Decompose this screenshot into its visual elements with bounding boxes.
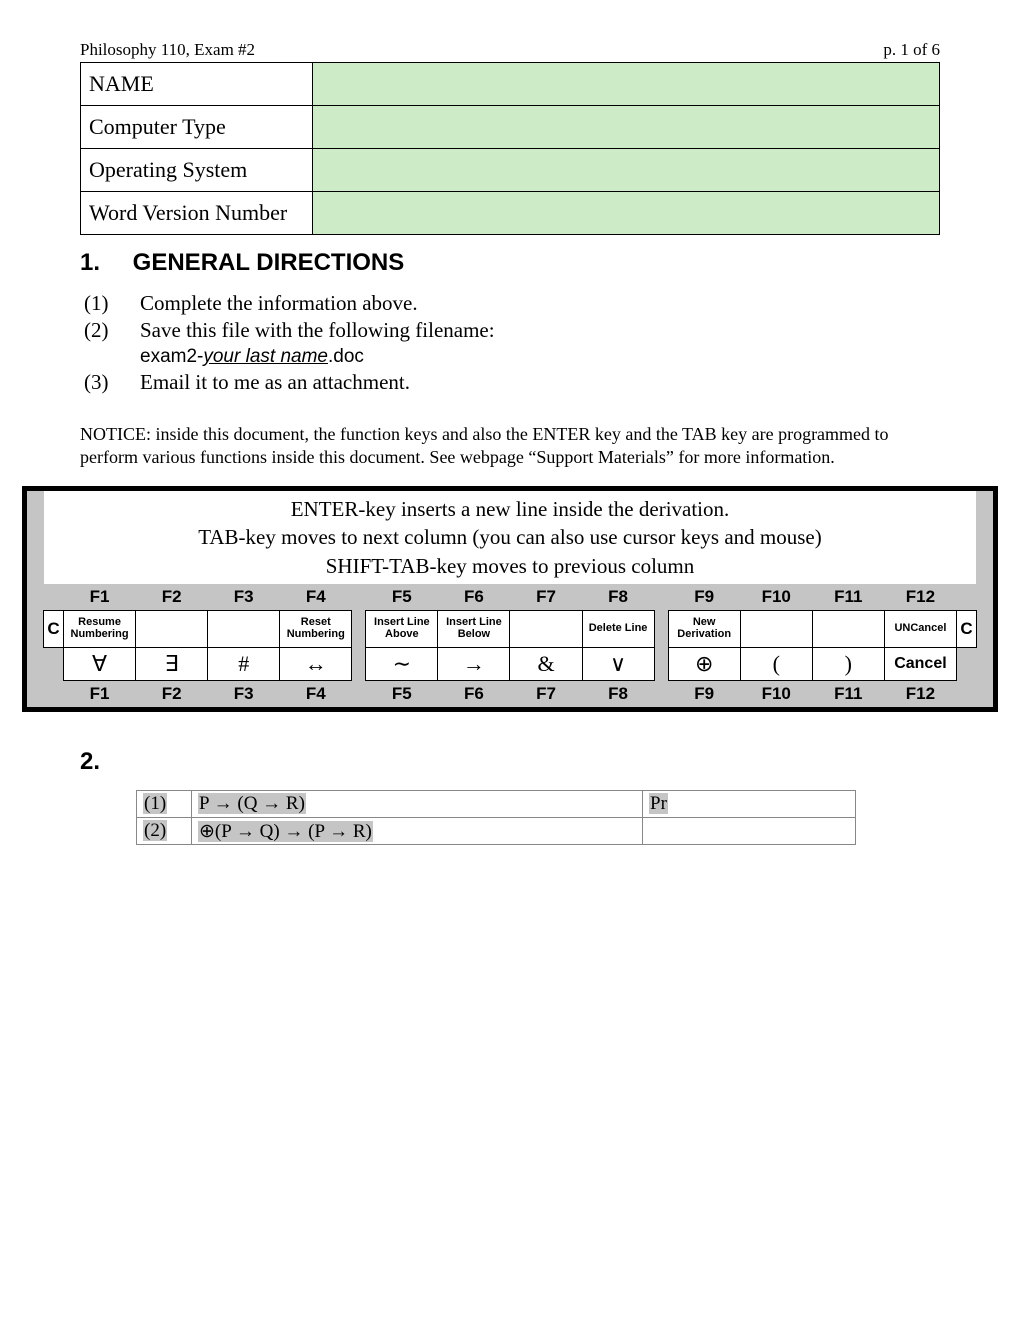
symbol-key: ) — [812, 648, 884, 681]
action-key — [136, 611, 208, 648]
info-label: NAME — [81, 63, 313, 106]
item-text: Email it to me as an attachment. — [140, 370, 940, 395]
header-right: p. 1 of 6 — [883, 40, 940, 60]
fn-label: F5 — [366, 681, 438, 708]
fn-label: F7 — [510, 681, 582, 708]
kb-banner: ENTER-key inserts a new line inside the … — [43, 491, 977, 584]
fn-label: F2 — [136, 584, 208, 611]
info-table: NAME Computer Type Operating System Word… — [80, 62, 940, 235]
symbol-key: ⊕ — [668, 648, 740, 681]
item-text: Save this file with the following filena… — [140, 318, 940, 368]
fn-label: F3 — [208, 584, 280, 611]
fn-label: F1 — [64, 584, 136, 611]
justification-cell[interactable] — [643, 818, 856, 845]
info-row-word-version: Word Version Number — [81, 192, 940, 235]
name-field[interactable] — [312, 63, 939, 106]
symbol-key: # — [208, 648, 280, 681]
cancel-key: Cancel — [884, 648, 956, 681]
section-number: 1. — [80, 249, 126, 277]
action-key — [208, 611, 280, 648]
derivation-row: (1) P → (Q → R) Pr — [137, 791, 856, 818]
action-key: Reset Numbering — [280, 611, 352, 648]
fn-label: F6 — [438, 681, 510, 708]
fn-label: F11 — [812, 681, 884, 708]
derivation-table[interactable]: (1) P → (Q → R) Pr (2) ⊕(P → Q) → (P → R… — [136, 790, 856, 845]
fn-label: F12 — [884, 584, 956, 611]
keyboard-reference: ENTER-key inserts a new line inside the … — [22, 486, 998, 712]
symbol-key: ( — [740, 648, 812, 681]
action-key: Resume Numbering — [64, 611, 136, 648]
action-key: New Derivation — [668, 611, 740, 648]
action-key — [740, 611, 812, 648]
info-label: Computer Type — [81, 106, 313, 149]
derivation-row: (2) ⊕(P → Q) → (P → R) — [137, 818, 856, 845]
direction-item: (3) Email it to me as an attachment. — [84, 370, 940, 395]
justification-cell[interactable]: Pr — [643, 791, 856, 818]
fn-label: F8 — [582, 584, 654, 611]
formula-cell[interactable]: ⊕(P → Q) → (P → R) — [192, 818, 643, 845]
section-1-heading: 1. GENERAL DIRECTIONS — [80, 249, 940, 277]
fn-label: F7 — [510, 584, 582, 611]
kb-grid: F1 F2 F3 F4 F5 F6 F7 F8 F9 F10 F11 F12 — [43, 584, 977, 707]
fn-label: F4 — [280, 584, 352, 611]
formula-cell[interactable]: P → (Q → R) — [192, 791, 643, 818]
symbol-key: ∀ — [64, 648, 136, 681]
action-key: Delete Line — [582, 611, 654, 648]
item-number: (3) — [84, 370, 140, 395]
fn-label: F9 — [668, 681, 740, 708]
fn-label: F3 — [208, 681, 280, 708]
symbol-key: & — [510, 648, 582, 681]
action-key — [812, 611, 884, 648]
fn-label: F4 — [280, 681, 352, 708]
section-2-heading: 2. — [80, 748, 940, 776]
info-label: Word Version Number — [81, 192, 313, 235]
notice-text: NOTICE: inside this document, the functi… — [80, 423, 940, 468]
fn-label: F9 — [668, 584, 740, 611]
section-title: GENERAL DIRECTIONS — [133, 249, 405, 276]
fn-label: F1 — [64, 681, 136, 708]
fn-label: F6 — [438, 584, 510, 611]
kb-side-left — [27, 491, 43, 707]
page-header: Philosophy 110, Exam #2 p. 1 of 6 — [80, 40, 940, 60]
os-field[interactable] — [312, 149, 939, 192]
filename-pattern: exam2-your last name.doc — [140, 346, 364, 367]
symbol-key: → — [438, 648, 510, 681]
fn-label: F8 — [582, 681, 654, 708]
symbol-key: ↔ — [280, 648, 352, 681]
line-number: (1) — [137, 791, 192, 818]
symbol-key: ∼ — [366, 648, 438, 681]
symbol-key: ∨ — [582, 648, 654, 681]
fn-label: F2 — [136, 681, 208, 708]
symbol-key: ∃ — [136, 648, 208, 681]
item-number: (1) — [84, 291, 140, 316]
line-number: (2) — [137, 818, 192, 845]
fn-label: F5 — [366, 584, 438, 611]
action-key: UNCancel — [884, 611, 956, 648]
ctrl-key: C — [957, 611, 977, 648]
direction-item: (1) Complete the information above. — [84, 291, 940, 316]
page: Philosophy 110, Exam #2 p. 1 of 6 NAME C… — [0, 0, 1020, 885]
word-version-field[interactable] — [312, 192, 939, 235]
kb-side-right — [977, 491, 993, 707]
info-row-name: NAME — [81, 63, 940, 106]
info-label: Operating System — [81, 149, 313, 192]
info-row-computer-type: Computer Type — [81, 106, 940, 149]
direction-item: (2) Save this file with the following fi… — [84, 318, 940, 368]
ctrl-key: C — [44, 611, 64, 648]
fn-label: F12 — [884, 681, 956, 708]
header-left: Philosophy 110, Exam #2 — [80, 40, 255, 60]
computer-type-field[interactable] — [312, 106, 939, 149]
action-key — [510, 611, 582, 648]
info-row-os: Operating System — [81, 149, 940, 192]
fn-label: F10 — [740, 681, 812, 708]
item-number: (2) — [84, 318, 140, 368]
section-number: 2. — [80, 748, 126, 776]
fn-label: F10 — [740, 584, 812, 611]
action-key: Insert Line Below — [438, 611, 510, 648]
directions-list: (1) Complete the information above. (2) … — [84, 291, 940, 395]
action-key: Insert Line Above — [366, 611, 438, 648]
item-text: Complete the information above. — [140, 291, 940, 316]
fn-label: F11 — [812, 584, 884, 611]
